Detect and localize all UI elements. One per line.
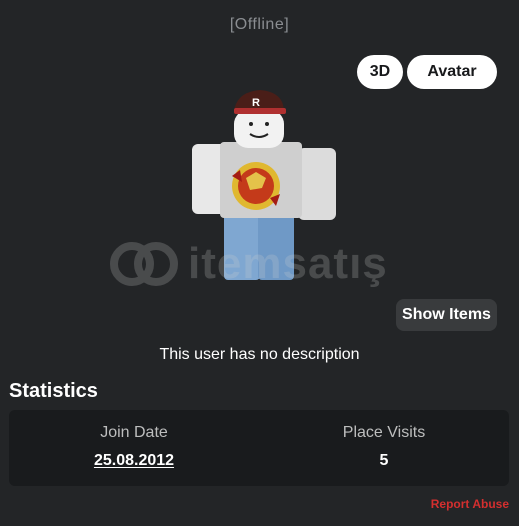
watermark-text: itemsatış [188, 239, 388, 288]
report-abuse-link[interactable]: Report Abuse [431, 497, 509, 511]
view-avatar-button[interactable]: Avatar [407, 55, 497, 89]
place-visits-value: 5 [379, 452, 389, 469]
statistics-panel: Join Date 25.08.2012 Place Visits 5 [9, 410, 509, 486]
profile-description: This user has no description [159, 346, 360, 363]
svg-text:R: R [252, 97, 260, 109]
place-visits-label: Place Visits [342, 424, 426, 441]
show-items-button[interactable]: Show Items [396, 299, 497, 331]
join-date-label: Join Date [100, 424, 168, 441]
join-date-stat: Join Date 25.08.2012 [9, 424, 259, 470]
statistics-title: Statistics [9, 380, 98, 402]
join-date-value: 25.08.2012 [93, 452, 175, 469]
watermark-logo-icon [110, 242, 178, 286]
watermark: itemsatış [108, 236, 408, 292]
place-visits-stat: Place Visits 5 [259, 424, 509, 470]
presence-status: [Offline] [229, 16, 290, 33]
